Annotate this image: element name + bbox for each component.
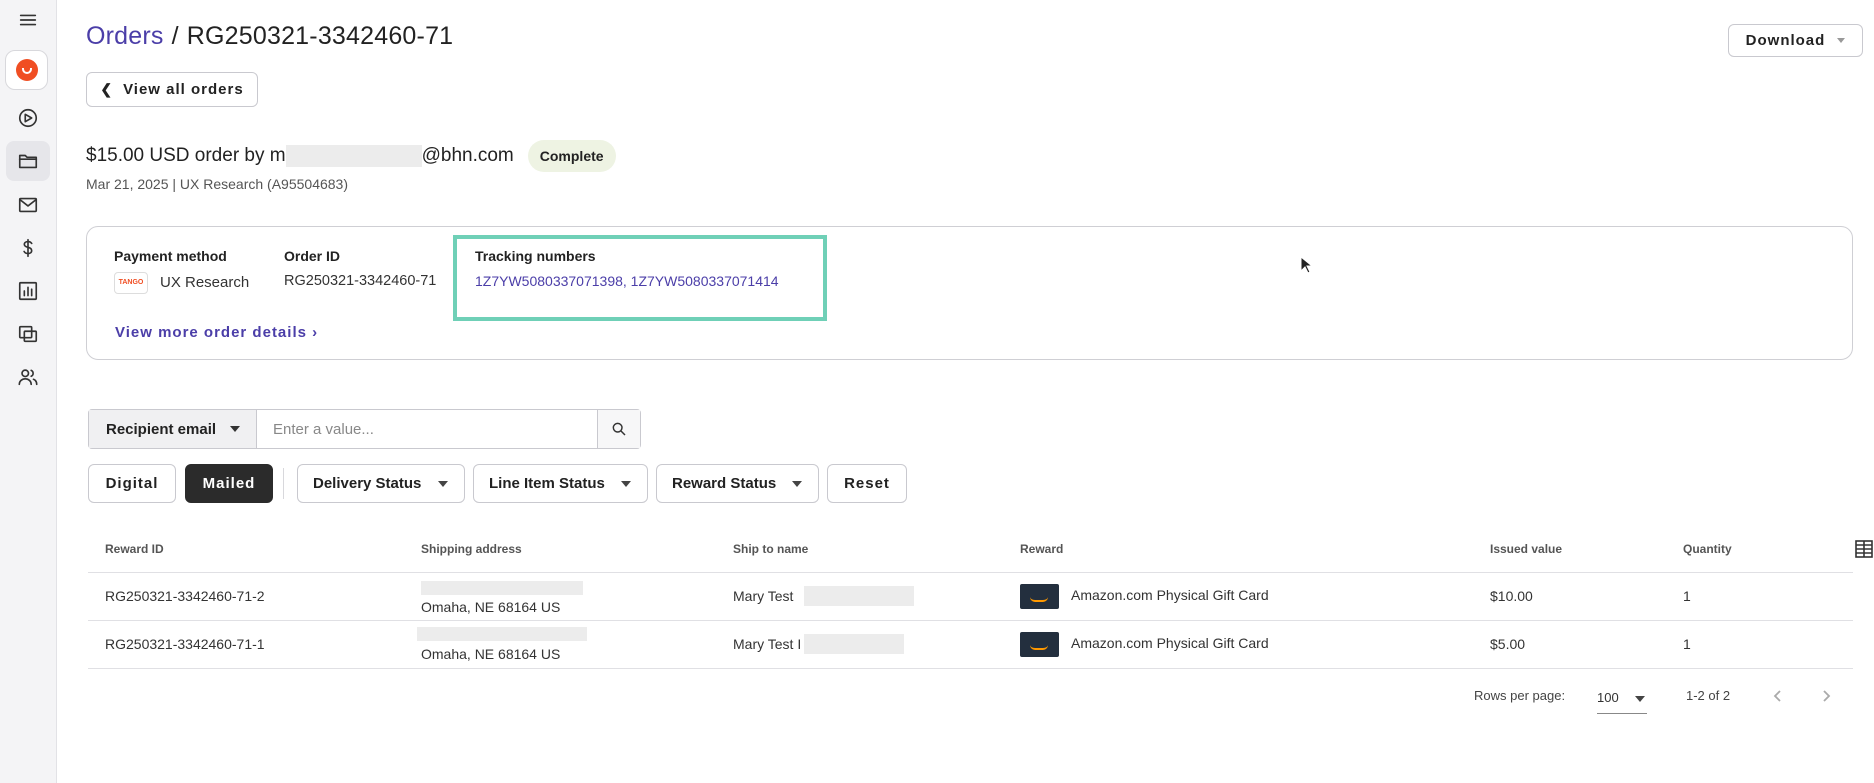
line-item-status-label: Line Item Status bbox=[489, 475, 605, 492]
chevron-left-icon: ❮ bbox=[100, 81, 114, 97]
reward-id-cell: RG250321-3342460-71-1 bbox=[105, 636, 265, 652]
reports-icon[interactable] bbox=[6, 271, 50, 311]
delivery-status-dropdown[interactable]: Delivery Status bbox=[297, 464, 465, 503]
view-all-orders-button[interactable]: ❮ View all orders bbox=[86, 72, 258, 107]
col-reward[interactable]: Reward bbox=[1020, 542, 1063, 556]
col-quantity[interactable]: Quantity bbox=[1683, 542, 1732, 556]
columns-icon[interactable] bbox=[1855, 540, 1873, 558]
chevron-right-icon: › bbox=[312, 324, 319, 341]
view-all-label: View all orders bbox=[123, 81, 244, 98]
prev-page-icon[interactable] bbox=[1770, 688, 1786, 704]
next-page-icon[interactable] bbox=[1818, 688, 1834, 704]
mailed-filter-button[interactable]: Mailed bbox=[185, 464, 273, 503]
order-details-card: Payment method TANGO UX Research Order ID… bbox=[86, 226, 1853, 360]
digital-filter-button[interactable]: Digital bbox=[88, 464, 176, 503]
ship-to-cell: Mary Test I bbox=[733, 636, 802, 652]
caret-down-icon bbox=[1635, 696, 1645, 702]
search-field-label: Recipient email bbox=[106, 420, 217, 438]
view-more-details-text: View more order details bbox=[115, 324, 307, 341]
ship-to-cell: Mary Test bbox=[733, 588, 794, 604]
users-icon[interactable] bbox=[6, 357, 50, 397]
view-more-details-link[interactable]: View more order details › bbox=[115, 324, 318, 341]
order-email-domain: @bhn.com bbox=[421, 145, 514, 166]
search-field-select[interactable]: Recipient email bbox=[89, 410, 257, 448]
download-button[interactable]: Download bbox=[1728, 24, 1863, 57]
rows-per-page-value: 100 bbox=[1597, 690, 1619, 705]
order-summary: $15.00 USD order by m @bhn.com Complete bbox=[86, 140, 616, 172]
col-ship-to-name[interactable]: Ship to name bbox=[733, 542, 808, 556]
catalog-icon[interactable] bbox=[6, 314, 50, 354]
payment-method-value: TANGO UX Research bbox=[114, 272, 249, 294]
reward-id-cell: RG250321-3342460-71-2 bbox=[105, 588, 265, 604]
table-row[interactable]: RG250321-3342460-71-1 Omaha, NE 68164 US… bbox=[88, 621, 1853, 669]
tracking-label: Tracking numbers bbox=[475, 248, 596, 264]
reward-status-label: Reward Status bbox=[672, 475, 777, 492]
reset-button[interactable]: Reset bbox=[827, 464, 907, 503]
amazon-card-icon bbox=[1020, 584, 1059, 609]
address-cell: Omaha, NE 68164 US bbox=[421, 599, 561, 615]
caret-down-icon bbox=[230, 426, 241, 432]
tango-logo: TANGO bbox=[114, 272, 148, 294]
reward-status-dropdown[interactable]: Reward Status bbox=[656, 464, 819, 503]
amazon-card-icon bbox=[1020, 632, 1059, 657]
status-badge: Complete bbox=[527, 140, 616, 172]
breadcrumb-separator: / bbox=[171, 22, 179, 50]
redacted-surname bbox=[804, 634, 904, 654]
breadcrumb-current: RG250321-3342460-71 bbox=[186, 22, 454, 50]
menu-icon[interactable] bbox=[6, 0, 50, 40]
redacted-street bbox=[421, 581, 583, 595]
sidebar bbox=[0, 0, 57, 783]
folder-icon[interactable] bbox=[6, 141, 50, 181]
rows-per-page-label: Rows per page: bbox=[1474, 688, 1566, 703]
table-header: Reward ID Shipping address Ship to name … bbox=[88, 534, 1853, 573]
order-id-label: Order ID bbox=[284, 248, 341, 264]
chevron-down-icon bbox=[1837, 38, 1846, 43]
quantity-cell: 1 bbox=[1683, 588, 1691, 604]
col-issued-value[interactable]: Issued value bbox=[1490, 542, 1562, 556]
line-item-status-dropdown[interactable]: Line Item Status bbox=[473, 464, 648, 503]
col-shipping-address[interactable]: Shipping address bbox=[421, 542, 522, 556]
pagination-range: 1-2 of 2 bbox=[1686, 688, 1731, 703]
tracking-numbers-link[interactable]: 1Z7YW5080337071398, 1Z7YW5080337071414 bbox=[475, 273, 779, 289]
rows-per-page-select[interactable]: 100 bbox=[1597, 686, 1647, 714]
payment-method-text: UX Research bbox=[160, 273, 250, 291]
download-label: Download bbox=[1745, 32, 1826, 49]
value-cell: $5.00 bbox=[1490, 636, 1526, 652]
dollar-icon[interactable] bbox=[6, 228, 50, 268]
caret-down-icon bbox=[792, 480, 802, 487]
search-icon bbox=[612, 422, 626, 436]
order-subline: Mar 21, 2025 | UX Research (A95504683) bbox=[86, 176, 349, 192]
mouse-cursor-icon bbox=[1300, 256, 1312, 274]
reward-cell: Amazon.com Physical Gift Card bbox=[1071, 635, 1269, 651]
reward-cell: Amazon.com Physical Gift Card bbox=[1071, 587, 1269, 603]
address-cell: Omaha, NE 68164 US bbox=[421, 646, 561, 662]
payment-method-label: Payment method bbox=[114, 248, 227, 264]
redacted-email bbox=[285, 145, 422, 167]
mail-icon[interactable] bbox=[6, 185, 50, 225]
table-row[interactable]: RG250321-3342460-71-2 Omaha, NE 68164 US… bbox=[88, 573, 1853, 621]
quantity-cell: 1 bbox=[1683, 636, 1691, 652]
filter-divider bbox=[283, 468, 284, 499]
caret-down-icon bbox=[621, 480, 631, 487]
brand-logo-icon[interactable] bbox=[5, 50, 48, 90]
search-button[interactable] bbox=[597, 410, 640, 448]
value-cell: $10.00 bbox=[1490, 588, 1533, 604]
redacted-street bbox=[417, 627, 587, 641]
caret-down-icon bbox=[438, 480, 448, 487]
order-id-value: RG250321-3342460-71 bbox=[284, 273, 437, 289]
breadcrumb-orders[interactable]: Orders bbox=[86, 22, 164, 50]
page-title: Orders / RG250321-3342460-71 bbox=[86, 22, 453, 51]
delivery-status-label: Delivery Status bbox=[313, 475, 422, 492]
recipient-search: Recipient email bbox=[88, 409, 641, 449]
send-icon[interactable] bbox=[6, 98, 50, 138]
redacted-surname bbox=[804, 586, 914, 606]
order-amount: $15.00 USD order by m bbox=[86, 145, 286, 166]
col-reward-id[interactable]: Reward ID bbox=[105, 542, 164, 556]
search-input[interactable] bbox=[257, 410, 597, 448]
main-content: Orders / RG250321-3342460-71 Download ❮ Vie… bbox=[57, 0, 1874, 783]
